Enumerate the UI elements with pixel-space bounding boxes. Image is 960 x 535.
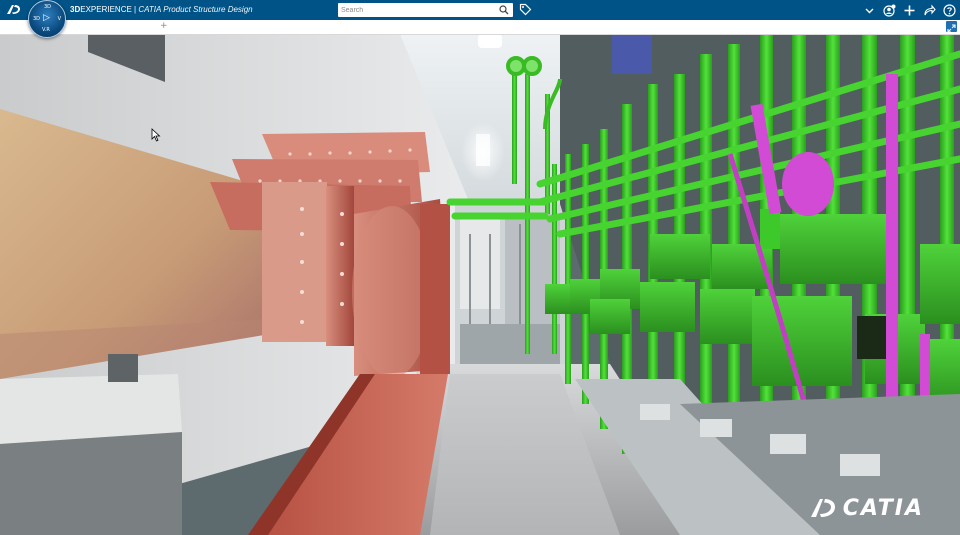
chevron-down-icon[interactable] <box>863 4 876 17</box>
app-window: 3DEXPERIENCE | CATIA Product Structure D… <box>0 0 960 535</box>
top-bar: 3DEXPERIENCE | CATIA Product Structure D… <box>0 0 960 20</box>
compass-label-right: V <box>57 16 61 22</box>
compass-label-left: 3D <box>33 16 41 22</box>
mouse-cursor-icon <box>151 128 161 142</box>
add-icon[interactable] <box>903 4 916 17</box>
tag-icon[interactable] <box>519 3 532 16</box>
search-input[interactable] <box>341 3 491 17</box>
dassault-logo-icon[interactable] <box>5 2 23 18</box>
3d-viewport[interactable]: CATIA <box>0 34 960 535</box>
topbar-right-icons <box>863 2 956 18</box>
search-box <box>338 3 513 17</box>
catia-watermark: CATIA <box>809 495 924 521</box>
play-icon[interactable]: ▷ <box>43 13 50 23</box>
help-icon[interactable] <box>943 3 956 17</box>
brand-3d: 3D <box>70 5 81 14</box>
search-icon[interactable] <box>499 5 509 15</box>
catia-watermark-text: CATIA <box>842 495 924 521</box>
add-tab-button[interactable]: + <box>160 21 168 31</box>
user-profile-icon[interactable] <box>883 4 896 17</box>
catia-ds-logo-icon <box>809 495 837 521</box>
brand-experience: EXPERIENCE <box>80 5 132 14</box>
share-icon[interactable] <box>923 4 936 17</box>
plant-scene <box>0 34 960 535</box>
fullscreen-button[interactable] <box>946 21 957 33</box>
compass-widget[interactable]: 3D 3D V V.R ▷ <box>28 0 66 38</box>
tab-strip: + <box>0 20 960 35</box>
expand-icon <box>947 24 956 33</box>
app-title: 3DEXPERIENCE | CATIA Product Structure D… <box>70 3 253 17</box>
compass-label-bottom: V.R <box>42 27 50 33</box>
app-name: CATIA Product Structure Design <box>138 5 253 14</box>
compass-label-top: 3D <box>44 4 52 10</box>
